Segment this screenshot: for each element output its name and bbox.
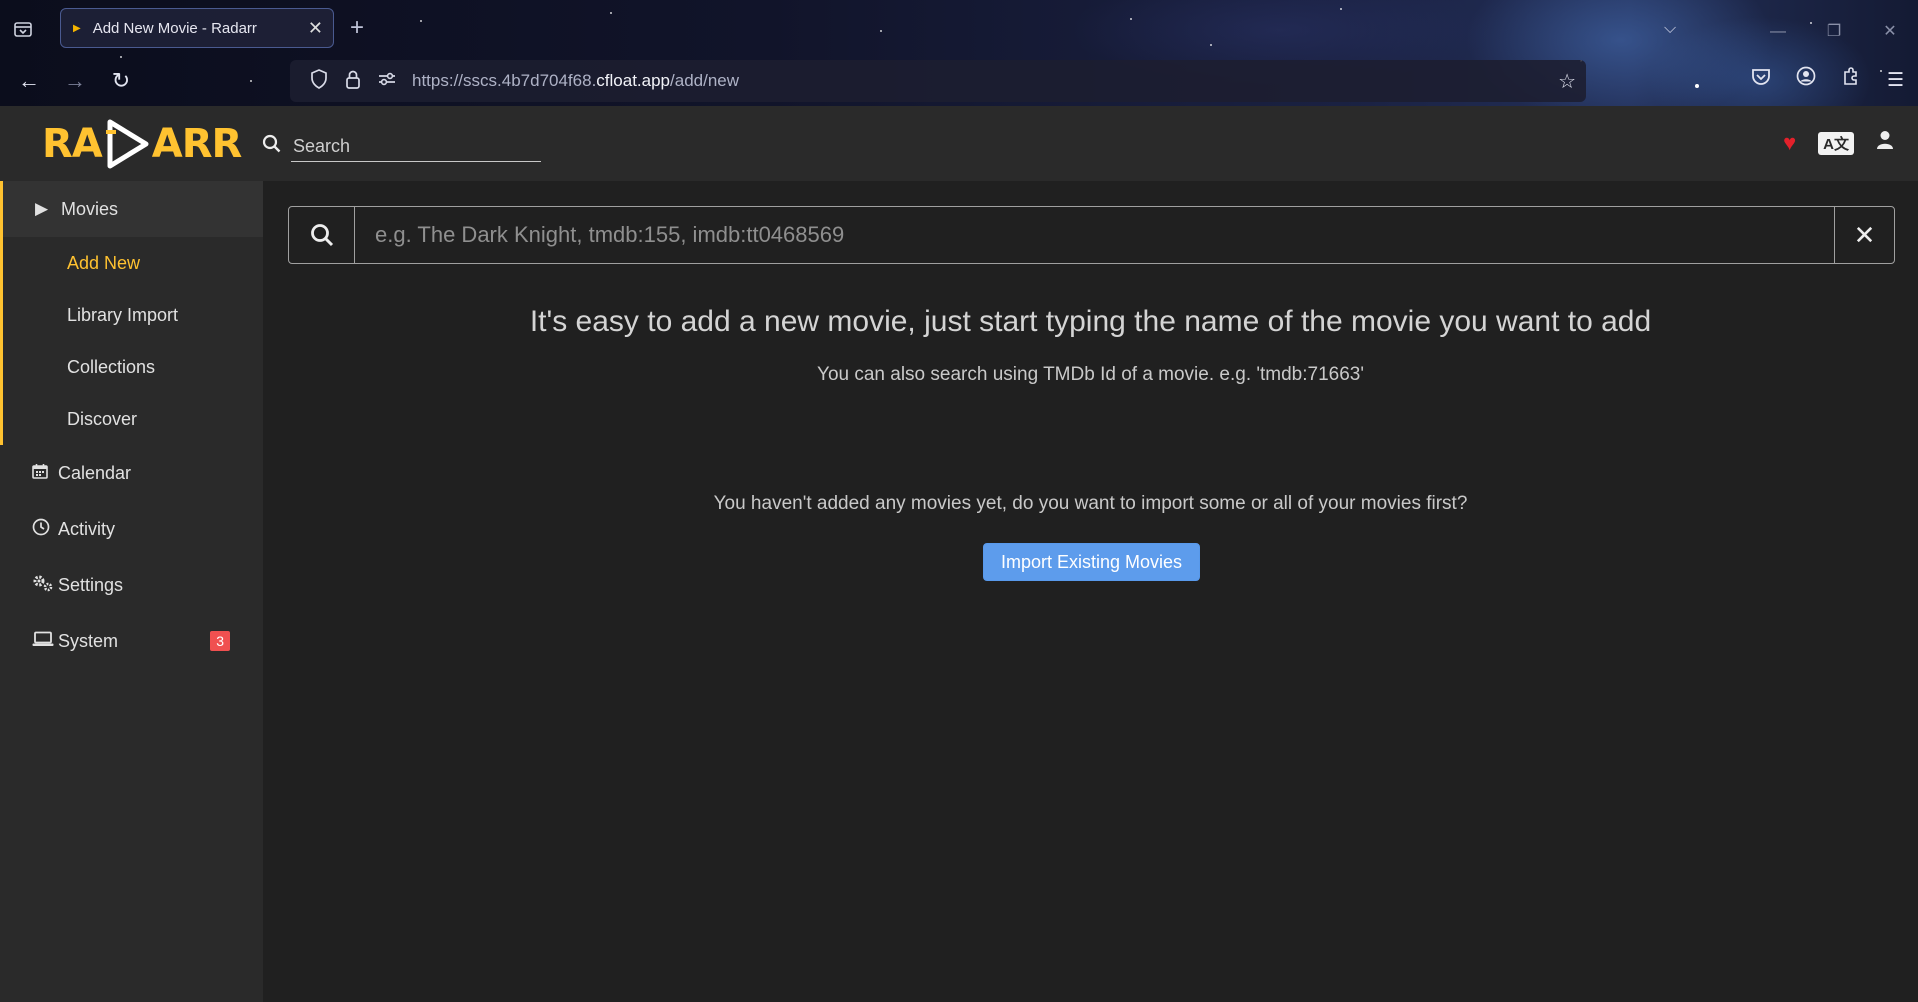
header-search <box>262 130 541 162</box>
help-subtitle: You can also search using TMDb Id of a m… <box>817 364 1364 385</box>
sidebar-item-label: Activity <box>58 518 116 539</box>
sidebar-item-label: Calendar <box>58 462 132 483</box>
url-text[interactable]: https://sscs.4b7d704f68.cfloat.app/add/n… <box>412 71 739 91</box>
clock-icon <box>32 518 58 541</box>
clear-search-button[interactable]: ✕ <box>1834 207 1894 263</box>
tab-title: Add New Movie - Radarr <box>92 19 257 37</box>
movie-search-box: ✕ <box>288 206 1895 264</box>
window-close-icon[interactable]: ✕ <box>1862 12 1918 52</box>
extensions-icon[interactable] <box>1828 66 1873 96</box>
sidebar-item-label: System <box>58 630 119 651</box>
minimize-icon[interactable]: — <box>1750 12 1806 52</box>
sidebar-item-activity[interactable]: Activity <box>0 501 263 557</box>
laptop-icon <box>32 631 58 652</box>
browser-chrome: ▶ Add New Movie - Radarr ✕ + ⌵ — ❐ ✕ ← →… <box>0 0 1918 106</box>
sidebar-subitem-collections[interactable]: Collections <box>3 341 263 393</box>
close-icon: ✕ <box>1853 219 1876 250</box>
user-menu-icon[interactable] <box>1876 130 1894 156</box>
browser-tab-active[interactable]: ▶ Add New Movie - Radarr ✕ <box>60 8 334 48</box>
lock-icon[interactable] <box>336 69 370 94</box>
system-status-badge: 3 <box>210 631 230 651</box>
sidebar-item-system[interactable]: System 3 <box>0 613 263 669</box>
import-existing-movies-button[interactable]: Import Existing Movies <box>983 543 1200 581</box>
address-bar[interactable]: https://sscs.4b7d704f68.cfloat.app/add/n… <box>290 60 1586 102</box>
header-search-input[interactable] <box>291 130 541 162</box>
restore-icon[interactable]: ❐ <box>1806 12 1862 52</box>
menu-icon[interactable]: ☰ <box>1873 66 1918 96</box>
sidebar: ▶ Movies Add New Library Import Collecti… <box>0 181 263 1002</box>
list-all-tabs-icon[interactable]: ⌵ <box>1664 20 1676 38</box>
sidebar-subitem-discover[interactable]: Discover <box>3 393 263 445</box>
app-header: RA ARR ♥ A文 <box>0 106 1918 181</box>
calendar-icon <box>32 463 58 484</box>
back-button[interactable]: ← <box>14 66 44 96</box>
main-content: ✕ It's easy to add a new movie, just sta… <box>263 181 1918 1002</box>
forward-button[interactable]: → <box>60 66 90 96</box>
sidebar-item-settings[interactable]: Settings <box>0 557 263 613</box>
sidebar-item-movies[interactable]: ▶ Movies <box>3 181 263 237</box>
movie-search-input[interactable] <box>355 207 1834 263</box>
sidebar-subitem-library-import[interactable]: Library Import <box>3 289 263 341</box>
tab-list-button[interactable] <box>12 18 36 42</box>
logo-text-right: ARR <box>151 121 243 167</box>
play-icon: ▶ <box>35 199 49 218</box>
radarr-logo[interactable]: RA ARR <box>42 116 243 172</box>
search-icon <box>262 134 281 159</box>
donate-heart-icon[interactable]: ♥ <box>1783 130 1796 156</box>
pocket-icon[interactable] <box>1738 66 1783 96</box>
sidebar-section-movies: ▶ Movies Add New Library Import Collecti… <box>0 181 263 445</box>
new-tab-button[interactable]: + <box>350 14 364 42</box>
search-icon <box>289 207 355 263</box>
permissions-icon[interactable] <box>370 71 404 92</box>
tab-list-icon <box>14 22 32 37</box>
language-icon[interactable]: A文 <box>1818 131 1854 155</box>
sidebar-item-label: Settings <box>58 574 124 595</box>
bookmark-star-icon[interactable]: ☆ <box>1558 69 1576 94</box>
logo-play-icon <box>105 119 149 169</box>
shield-icon[interactable] <box>302 68 336 94</box>
sidebar-subitem-add-new[interactable]: Add New <box>3 237 263 289</box>
sidebar-item-calendar[interactable]: Calendar <box>0 445 263 501</box>
reload-button[interactable]: ↻ <box>106 66 136 96</box>
help-title: It's easy to add a new movie, just start… <box>529 305 1652 338</box>
logo-text-left: RA <box>42 121 103 167</box>
sidebar-item-label: Movies <box>61 198 119 219</box>
tab-favicon-icon: ▶ <box>73 22 81 34</box>
cogs-icon <box>32 574 58 597</box>
tab-close-icon[interactable]: ✕ <box>308 18 323 39</box>
no-movies-message: You haven't added any movies yet, do you… <box>713 493 1468 514</box>
account-icon[interactable] <box>1783 66 1828 96</box>
